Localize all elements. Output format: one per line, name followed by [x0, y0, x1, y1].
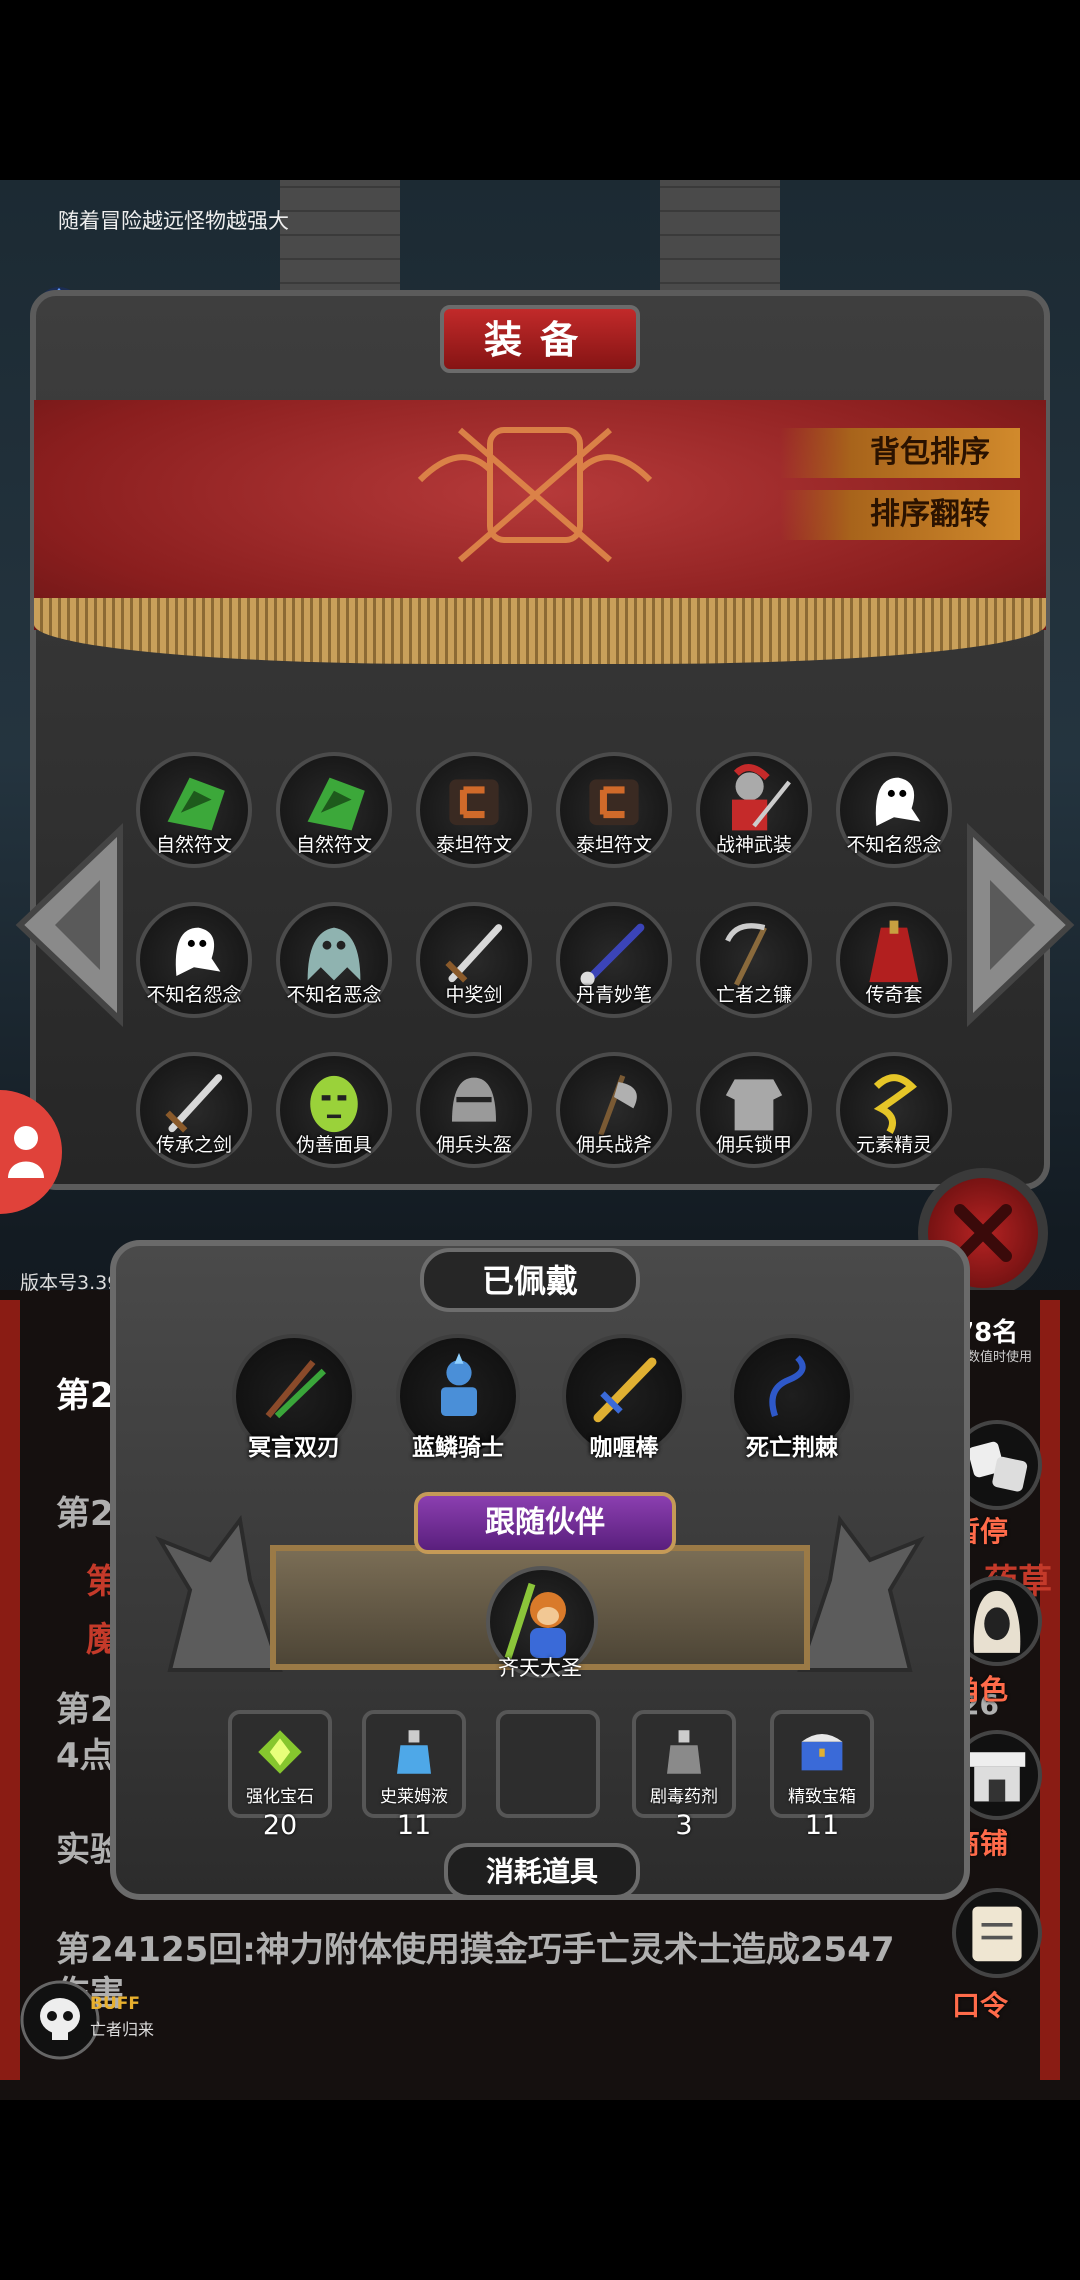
equipment-slot-label: 元素精灵 — [855, 1134, 932, 1156]
consumable-label: 剧毒药剂 — [650, 1787, 718, 1807]
consumable-count: 20 — [262, 1810, 298, 1841]
equipment-slot-label: 不知名怨念 — [846, 834, 942, 856]
buff-indicator[interactable]: BUFF 亡者归来 — [20, 1980, 170, 2062]
dragon-statue-left-icon — [155, 1515, 283, 1672]
tip-text: 随着冒险越远怪物越强大 — [58, 209, 289, 233]
scroll-icon — [952, 1888, 1042, 1978]
equipment-title: 装备 — [440, 305, 640, 373]
blue-knight-icon — [414, 1344, 504, 1438]
version-label: 版本号3.39 — [20, 1272, 120, 1294]
equipment-slot-label: 传承之剑 — [155, 1134, 232, 1156]
skull-icon — [20, 1980, 100, 2060]
equipment-slot-label: 佣兵战斧 — [575, 1134, 652, 1156]
worn-slot-label: 冥言双刃 — [248, 1435, 340, 1461]
equipment-slot-label: 丹青妙笔 — [575, 984, 652, 1006]
equipment-slot-label: 战神武装 — [715, 834, 792, 856]
death-thorn-icon — [748, 1344, 838, 1438]
consumable-label: 精致宝箱 — [788, 1787, 856, 1807]
slime-potion-icon — [380, 1718, 448, 1790]
enhance-gem-icon — [246, 1718, 314, 1790]
partner-title: 跟随伙伴 — [414, 1492, 676, 1554]
equipment-slot-label: 佣兵头盔 — [435, 1134, 512, 1156]
equipment-slot-label: 亡者之镰 — [715, 984, 792, 1006]
buff-name: 亡者归来 — [90, 2020, 155, 2039]
consumables-title: 消耗道具 — [444, 1843, 640, 1899]
right-arrow-icon[interactable] — [960, 820, 1080, 1030]
consumable-count: 11 — [396, 1810, 432, 1841]
code-button[interactable]: 口令 — [948, 1888, 1048, 2022]
consumable-count: 11 — [804, 1810, 840, 1841]
equipment-slot-label: 伪善面具 — [295, 1134, 372, 1156]
red-border-left — [0, 1300, 20, 2080]
user-icon — [8, 1126, 44, 1178]
poison-potion-icon — [650, 1718, 718, 1790]
equipment-slot-label: 佣兵锁甲 — [715, 1134, 792, 1156]
treasure-chest-icon — [788, 1718, 856, 1790]
consumable-label: 强化宝石 — [246, 1787, 314, 1807]
consumable-count: 3 — [675, 1810, 693, 1841]
banner-fringe — [34, 598, 1046, 664]
equipment-slot-label: 传奇套 — [865, 984, 923, 1006]
equipment-slot-label: 泰坦符文 — [435, 834, 512, 856]
crossed-swords-emblem — [417, 427, 653, 563]
reverse-sort-button[interactable]: 排序翻转 — [780, 490, 1020, 540]
worn-title: 已佩戴 — [420, 1248, 640, 1312]
worn-slot-label: 咖喱棒 — [589, 1435, 659, 1461]
dual-blades-icon — [250, 1344, 340, 1438]
equipment-slot-label: 中奖剑 — [445, 984, 503, 1006]
log-line: 第24125回:神力附体使用摸金巧手亡灵术士造成2547 — [56, 1930, 895, 1970]
equipment-slot-label: 泰坦符文 — [575, 834, 652, 856]
equipment-slot-label: 自然符文 — [155, 834, 232, 856]
equipment-slot-label: 不知名恶念 — [286, 984, 382, 1006]
consumable-label: 史莱姆液 — [380, 1787, 448, 1807]
equipment-slot-label: 自然符文 — [295, 834, 372, 856]
worn-slot-label: 蓝鳞骑士 — [412, 1435, 504, 1461]
partner-name: 齐天大圣 — [498, 1656, 582, 1680]
sort-backpack-button[interactable]: 背包排序 — [780, 428, 1020, 478]
equipment-slot-label: 不知名怨念 — [146, 984, 242, 1006]
code-label: 口令 — [952, 1989, 1009, 2022]
left-arrow-icon[interactable] — [10, 820, 130, 1030]
buff-tag: BUFF — [90, 1994, 140, 2014]
worn-slot-label: 死亡荆棘 — [746, 1435, 838, 1461]
curry-stick-icon — [580, 1344, 670, 1438]
dragon-statue-right-icon — [797, 1515, 925, 1672]
empty-consumable-slot[interactable] — [496, 1710, 600, 1818]
log-line: 第2 — [56, 1494, 114, 1534]
